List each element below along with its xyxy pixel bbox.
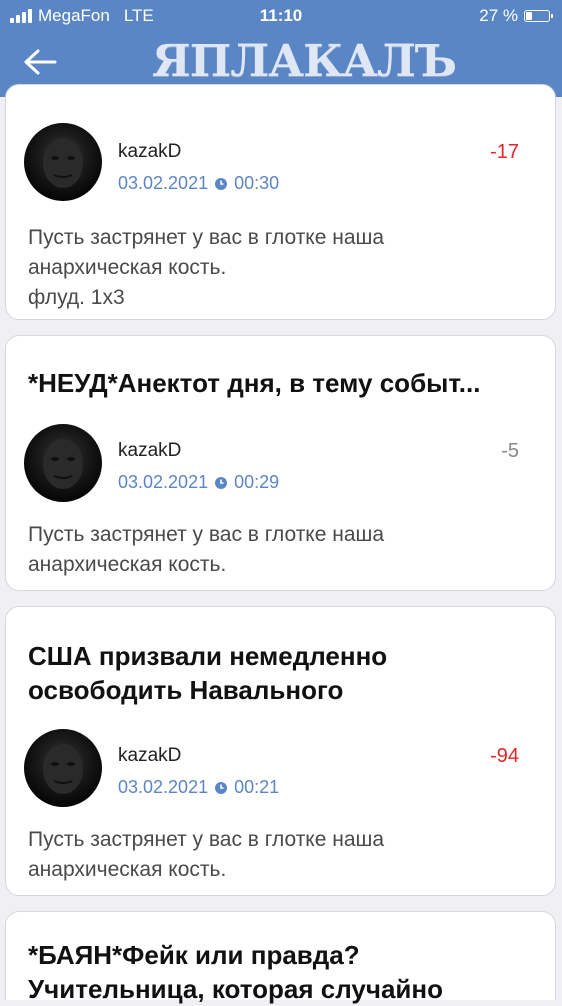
post-title-line: освободить Навального bbox=[28, 675, 344, 705]
avatar-face-icon bbox=[43, 744, 83, 794]
post-title[interactable]: США призвали немедленно освободить Навал… bbox=[28, 639, 533, 707]
post-card[interactable]: *НЕУД*Анектот дня, в тему событ... kazak… bbox=[5, 335, 556, 591]
post-date: 03.02.2021 bbox=[118, 173, 209, 193]
post-card[interactable]: kazakD 03.02.2021 00:30 -17 Пусть застря… bbox=[5, 84, 556, 320]
post-title[interactable]: *НЕУД*Анектот дня, в тему событ... bbox=[28, 366, 533, 400]
post-text-line: Пусть застрянет у вас в глотке наша bbox=[28, 828, 385, 851]
post-text: Пусть застрянет у вас в глотке наша анар… bbox=[28, 825, 533, 885]
arrow-left-icon bbox=[24, 49, 57, 75]
post-datetime[interactable]: 03.02.2021 00:30 bbox=[118, 173, 279, 194]
post-author[interactable]: kazakD bbox=[118, 440, 181, 462]
post-title-line: Учительница, которая случайно bbox=[28, 974, 443, 1004]
post-text-line: анархическая кость. bbox=[28, 858, 227, 881]
clock-icon bbox=[215, 781, 228, 794]
post-author[interactable]: kazakD bbox=[118, 745, 181, 767]
post-text-line: анархическая кость. bbox=[28, 256, 227, 279]
post-card[interactable]: *БАЯН*Фейк или правда? Учительница, кото… bbox=[5, 911, 556, 1004]
avatar[interactable] bbox=[24, 123, 102, 201]
battery-percent: 27 % bbox=[479, 6, 518, 25]
avatar-face-icon bbox=[43, 138, 83, 188]
site-logo[interactable]: ЯПЛАКАЛЪ bbox=[152, 36, 457, 88]
avatar-face-icon bbox=[43, 439, 83, 489]
post-time: 00:21 bbox=[234, 777, 280, 797]
battery-icon bbox=[524, 10, 553, 22]
post-rating: -94 bbox=[490, 745, 519, 767]
post-author[interactable]: kazakD bbox=[118, 141, 181, 163]
clock-time: 11:10 bbox=[259, 6, 303, 25]
post-rating: -17 bbox=[490, 141, 519, 163]
post-text-line: Пусть застрянет у вас в глотке наша bbox=[28, 226, 385, 249]
post-text: Пусть застрянет у вас в глотке наша анар… bbox=[28, 520, 533, 580]
post-text-line: анархическая кость. bbox=[28, 553, 227, 576]
post-time: 00:29 bbox=[234, 472, 280, 492]
avatar[interactable] bbox=[24, 424, 102, 502]
post-title[interactable]: *БАЯН*Фейк или правда? Учительница, кото… bbox=[28, 938, 533, 1006]
post-title-line: *БАЯН*Фейк или правда? bbox=[28, 940, 360, 970]
post-text: Пусть застрянет у вас в глотке наша анар… bbox=[28, 223, 533, 313]
post-card[interactable]: США призвали немедленно освободить Навал… bbox=[5, 606, 556, 896]
post-datetime[interactable]: 03.02.2021 00:21 bbox=[118, 777, 279, 798]
post-time: 00:30 bbox=[234, 173, 280, 193]
post-datetime[interactable]: 03.02.2021 00:29 bbox=[118, 472, 279, 493]
post-text-line: флуд. 1x3 bbox=[28, 286, 125, 309]
avatar[interactable] bbox=[24, 729, 102, 807]
status-bar: MegaFon LTE 11:10 27 % bbox=[0, 0, 562, 32]
post-title-line: США призвали немедленно bbox=[28, 641, 388, 671]
post-date: 03.02.2021 bbox=[118, 472, 209, 492]
post-text-line: Пусть застрянет у вас в глотке наша bbox=[28, 523, 385, 546]
back-button[interactable] bbox=[20, 45, 60, 79]
app-header: MegaFon LTE 11:10 27 % ЯПЛАКАЛЪ bbox=[0, 0, 562, 97]
post-date: 03.02.2021 bbox=[118, 777, 209, 797]
post-rating: -5 bbox=[501, 440, 519, 462]
clock-icon bbox=[215, 177, 228, 190]
clock-icon bbox=[215, 476, 228, 489]
